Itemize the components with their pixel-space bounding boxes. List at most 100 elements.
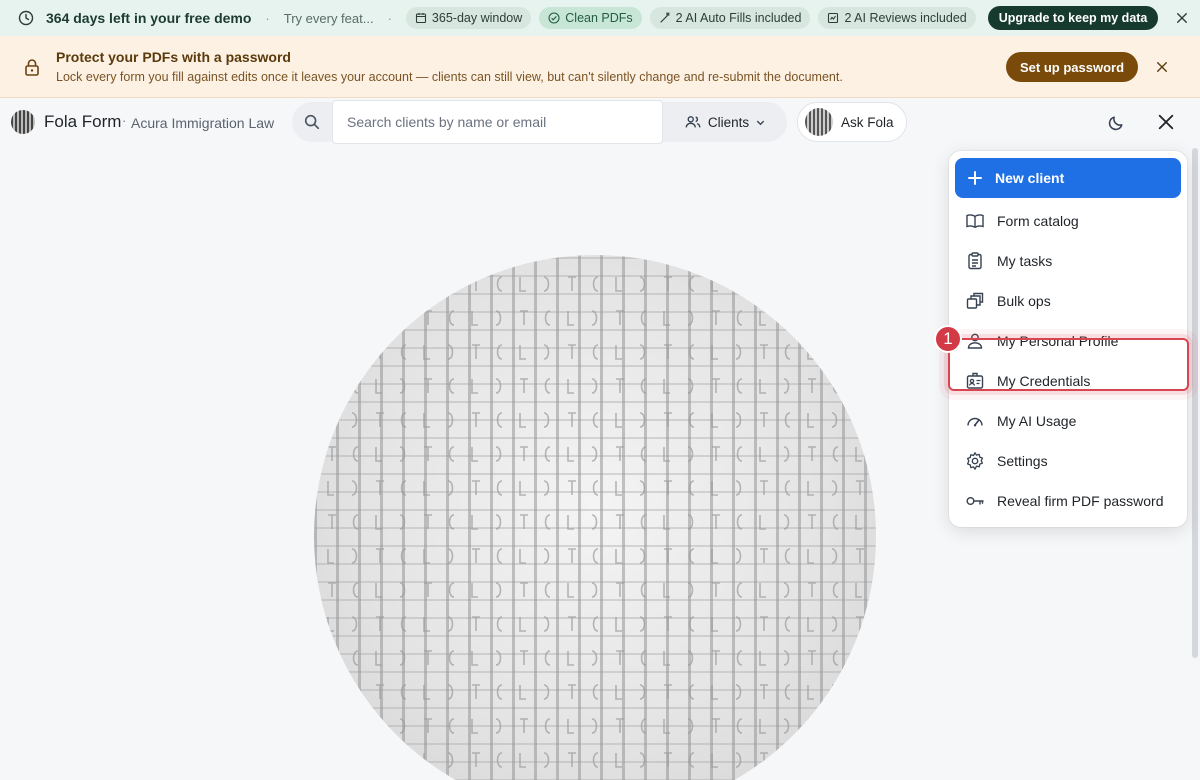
hero-glyph [712, 378, 720, 393]
hero-glyph [663, 379, 670, 394]
hero-glyph [735, 752, 742, 768]
hero-glyph [592, 276, 599, 292]
hero-glyph [327, 481, 334, 496]
hero-glyph [568, 412, 576, 427]
hero-glyph [856, 480, 864, 495]
hero-glyph [376, 684, 384, 699]
hero-glyph [327, 685, 334, 700]
lock-icon [25, 58, 39, 76]
hero-glyph-pattern [327, 276, 864, 768]
menu-item-reveal-pdf-password[interactable]: Reveal firm PDF password [955, 483, 1181, 519]
hero-glyph [736, 650, 743, 666]
search-input[interactable] [332, 100, 663, 144]
chip-label: 2 AI Reviews included [844, 11, 967, 25]
menu-item-label: Settings [997, 453, 1048, 469]
menu-item-label: Form catalog [997, 213, 1079, 229]
hero-glyph [472, 276, 480, 291]
hero-glyph [784, 684, 791, 700]
chip-label: 2 AI Auto Fills included [675, 11, 802, 25]
hero-glyph [351, 548, 358, 564]
hero-glyph [519, 617, 526, 632]
hero-glyph [591, 582, 598, 598]
gauge-icon [967, 417, 983, 427]
hero-glyph [472, 548, 480, 563]
hero-glyph [688, 480, 695, 496]
search-icon[interactable] [292, 102, 332, 142]
hero-glyph [808, 718, 816, 733]
hero-glyph [663, 515, 670, 530]
hero-glyph [832, 514, 839, 530]
hero-glyph [759, 719, 766, 734]
hero-glyph [375, 719, 382, 734]
hero-glyph [640, 446, 647, 462]
hero-glyph [423, 277, 430, 292]
hero-glyph [736, 514, 743, 530]
menu-item-bulk-ops[interactable]: Bulk ops [955, 283, 1181, 319]
close-icon[interactable] [1152, 57, 1172, 77]
scrollbar[interactable] [1192, 148, 1198, 658]
hero-glyph [639, 548, 646, 564]
hero-glyph [351, 684, 358, 700]
hero-glyph [687, 582, 694, 598]
menu-item-my-ai-usage[interactable]: My AI Usage [955, 403, 1181, 439]
hero-glyph [735, 344, 742, 360]
hero-glyph [376, 412, 384, 427]
upgrade-button[interactable]: Upgrade to keep my data [987, 6, 1159, 30]
hero-glyph [447, 684, 454, 700]
hero-glyph [567, 651, 574, 666]
hero-glyph [783, 378, 790, 394]
hero-glyph [688, 412, 695, 428]
menu-item-form-catalog[interactable]: Form catalog [955, 203, 1181, 239]
set-up-password-button[interactable]: Set up password [1006, 52, 1139, 82]
new-client-button[interactable]: New client [955, 158, 1181, 198]
moon-icon[interactable] [1104, 110, 1128, 134]
hero-glyph [423, 481, 430, 496]
hero-glyph [399, 582, 406, 598]
hero-glyph [712, 310, 720, 325]
hero-glyph [760, 480, 768, 495]
separator: · [265, 10, 270, 26]
hero-glyph [736, 446, 743, 462]
app-header: Fola Form · Acura Immigration Law Client… [0, 98, 1200, 146]
hero-glyph [616, 718, 624, 733]
hero-glyph [424, 582, 432, 597]
brand-name[interactable]: Fola Form [44, 112, 121, 132]
hero-glyph [567, 719, 574, 734]
hero-glyph [543, 548, 550, 564]
hero-glyph [544, 514, 551, 530]
hero-glyph [544, 718, 551, 734]
hero-glyph [664, 548, 672, 563]
hero-glyph [711, 481, 718, 496]
hero-glyph [831, 276, 838, 292]
menu-item-label: Reveal firm PDF password [997, 493, 1164, 509]
hero-glyph [544, 650, 551, 666]
hero-glyph [567, 311, 574, 326]
hero-glyph [687, 378, 694, 394]
hero-glyph [543, 412, 550, 428]
hero-glyph [567, 515, 574, 530]
hero-glyph [591, 718, 598, 734]
hero-glyph [424, 650, 432, 665]
hero-glyph [663, 311, 670, 326]
hero-glyph [496, 276, 503, 292]
hero-glyph [832, 446, 839, 462]
hero-glyph [711, 413, 718, 428]
menu-item-my-tasks[interactable]: My tasks [955, 243, 1181, 279]
hero-glyph [567, 379, 574, 394]
hero-glyph [376, 548, 384, 563]
hero-glyph [496, 752, 503, 768]
hero-glyph [423, 549, 430, 564]
ask-fola-button[interactable]: Ask Fola [797, 102, 907, 142]
search-scope-dropdown[interactable]: Clients [663, 102, 787, 142]
logo[interactable] [11, 110, 35, 134]
magic-wand-icon [660, 12, 670, 23]
menu-item-settings[interactable]: Settings [955, 443, 1181, 479]
hero-glyph [688, 752, 695, 768]
close-icon[interactable] [1172, 8, 1192, 28]
hero-glyph [784, 616, 791, 632]
hero-glyph [616, 310, 624, 325]
hero-glyph [568, 616, 576, 631]
hero-glyph [495, 310, 502, 326]
hero-glyph [471, 651, 478, 666]
close-icon[interactable] [1154, 110, 1178, 134]
